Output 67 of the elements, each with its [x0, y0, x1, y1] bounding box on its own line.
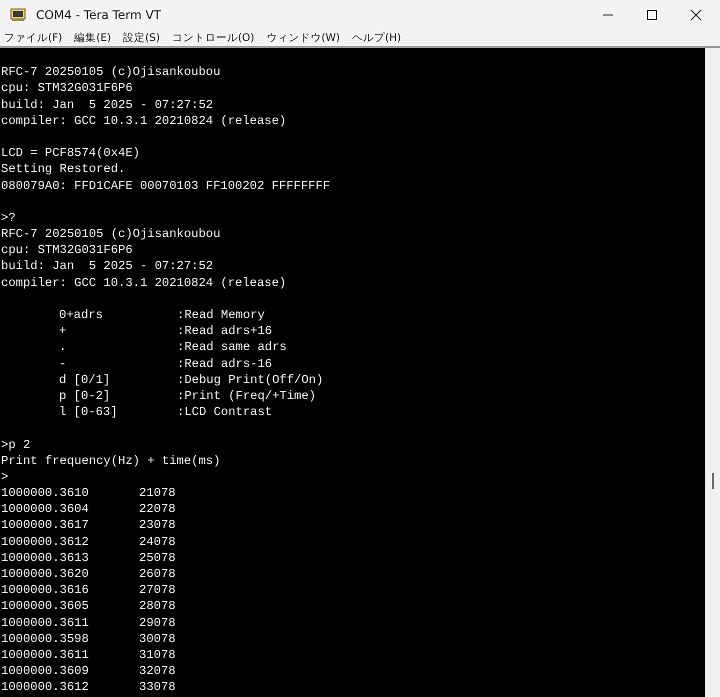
command-description: :Read adrs+16 [177, 323, 272, 340]
time-value: 28078 [139, 598, 176, 615]
terminal-line: RFC-7 20250105 (c)Ojisankoubou [1, 64, 220, 80]
menu-item[interactable]: ヘルプ(H) [352, 31, 402, 45]
command-description: :Debug Print(Off/On) [177, 372, 324, 388]
frequency-value: 1000000.3609 [1, 663, 90, 680]
command-text: 0+adrs [59, 307, 104, 324]
app-icon [10, 8, 26, 22]
command-text: - [59, 356, 68, 372]
menu-item[interactable]: ウィンドウ(W) [266, 31, 340, 45]
time-value: 22078 [139, 501, 176, 518]
frequency-value: 1000000.3612 [1, 534, 90, 550]
frequency-value: 1000000.3616 [1, 582, 90, 598]
command-text: l [0-63] [59, 404, 119, 420]
terminal-line: Setting Restored. [1, 161, 126, 178]
menu-item[interactable]: 設定(S) [123, 31, 160, 45]
menu-item[interactable]: コントロール(O) [172, 31, 254, 45]
command-description: :LCD Contrast [177, 404, 272, 420]
terminal-line: >? [1, 210, 16, 226]
command-description: :Read Memory [177, 307, 265, 324]
frequency-value: 1000000.3604 [1, 501, 90, 518]
command-description: :Read same adrs [177, 339, 287, 356]
terminal-line: build: Jan 5 2025 - 07:27:52 [1, 96, 214, 113]
frequency-value: 1000000.3617 [1, 517, 90, 534]
time-value: 24078 [139, 534, 176, 550]
scrollbar-thumb[interactable] [712, 473, 714, 489]
terminal-line: LCD = PCF8574(0x4E) [1, 145, 140, 162]
frequency-value: 1000000.3611 [1, 614, 90, 631]
window-title: COM4 - Tera Term VT [36, 8, 161, 22]
maximize-icon[interactable] [646, 9, 658, 21]
time-value: 32078 [139, 663, 176, 680]
time-value: 29078 [139, 614, 176, 631]
frequency-value: 1000000.3620 [1, 566, 90, 582]
terminal-line: RFC-7 20250105 (c)Ojisankoubou [1, 226, 220, 242]
time-value: 23078 [139, 517, 176, 534]
frequency-value: 1000000.3598 [1, 630, 90, 647]
command-text: . [59, 339, 68, 356]
time-value: 25078 [139, 550, 176, 566]
terminal-line: build: Jan 5 2025 - 07:27:52 [1, 258, 214, 275]
time-value: 31078 [139, 646, 176, 664]
time-value: 27078 [139, 582, 176, 598]
terminal-line: compiler: GCC 10.3.1 20210824 (release) [1, 274, 286, 291]
terminal-line: Print frequency(Hz) + time(ms) [1, 452, 220, 469]
time-value: 33078 [139, 679, 176, 696]
time-value: 30078 [139, 630, 176, 647]
frequency-value: 1000000.3612 [1, 679, 90, 696]
scrollbar[interactable] [705, 48, 720, 697]
time-value: 21078 [139, 485, 176, 502]
menu-item[interactable]: 編集(E) [74, 31, 112, 45]
terminal-line: cpu: STM32G031F6P6 [1, 80, 133, 97]
command-description: :Read adrs-16 [177, 356, 272, 372]
command-description: :Print (Freq/+Time) [177, 388, 316, 404]
frequency-value: 1000000.3611 [1, 646, 90, 664]
close-icon[interactable] [690, 9, 702, 21]
command-text: + [59, 323, 68, 340]
frequency-value: 1000000.3610 [1, 485, 90, 502]
terminal-line: > [1, 468, 8, 486]
terminal-line: cpu: STM32G031F6P6 [1, 242, 133, 258]
command-text: d [0/1] [59, 372, 112, 388]
frequency-value: 1000000.3605 [1, 598, 90, 615]
terminal-line: 080079A0: FFD1CAFE 00070103 FF100202 FFFFFFFF [1, 178, 330, 194]
terminal-line: >p 2 [1, 436, 30, 453]
frequency-value: 1000000.3613 [1, 550, 90, 566]
time-value: 26078 [139, 566, 176, 582]
menu-item[interactable]: ファイル(F) [4, 31, 62, 45]
terminal-line: compiler: GCC 10.3.1 20210824 (release) [1, 112, 286, 129]
command-text: p [0-2] [59, 388, 112, 404]
